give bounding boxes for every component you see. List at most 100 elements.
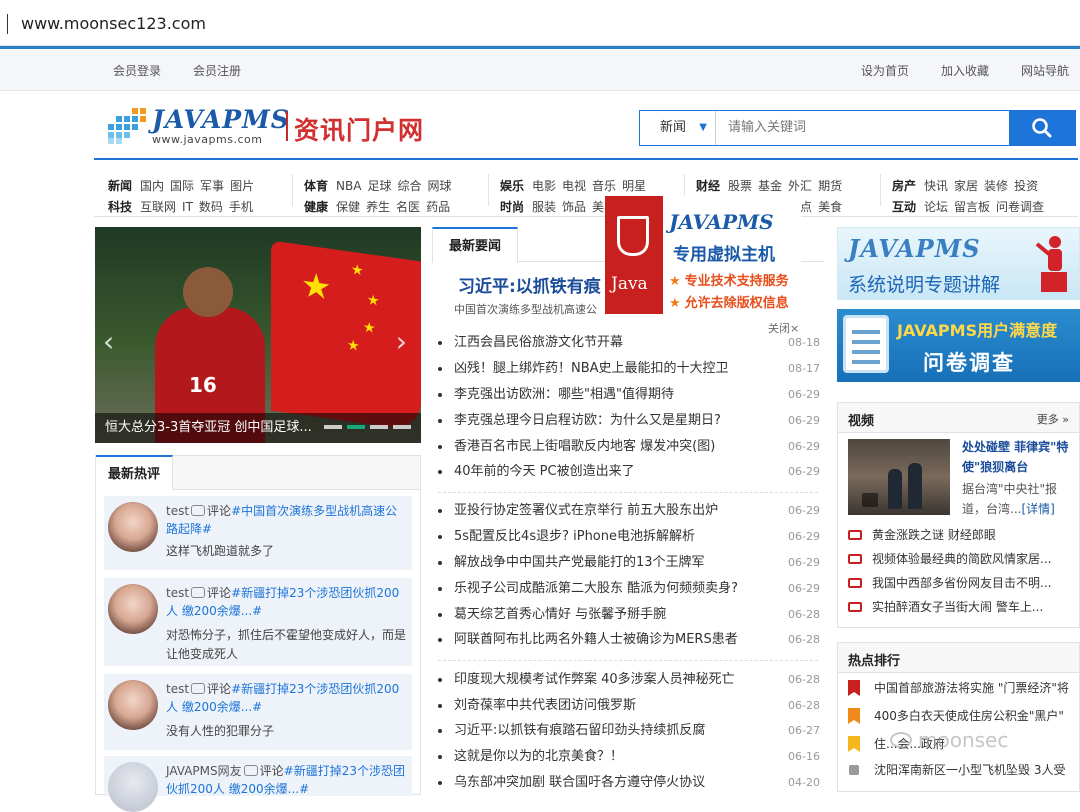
video-item-title[interactable]: 黄金涨跌之谜 财经郎眼 [872, 525, 996, 545]
news-title[interactable]: 葛天综艺首秀心情好 与张馨予掰手腕 [454, 602, 666, 628]
nav-item[interactable]: 明星 [622, 179, 646, 193]
news-title[interactable]: 5s配置反比4s退步? iPhone电池拆解解析 [454, 524, 695, 550]
news-title[interactable]: 阿联酋阿布扎比两名外籍人士被确诊为MERS患者 [454, 627, 738, 653]
nav-item[interactable]: 问卷调查 [996, 200, 1044, 214]
nav-item[interactable]: 军事 [200, 179, 224, 193]
comment-user[interactable]: test [166, 504, 189, 518]
nav-item[interactable]: 网球 [427, 179, 451, 193]
nav-item[interactable]: 外汇 [788, 179, 812, 193]
nav-item[interactable]: 快讯 [924, 179, 948, 193]
search-button[interactable] [1009, 110, 1076, 146]
news-item[interactable]: 江西会昌民俗旅游文化节开幕 08-18 [438, 330, 824, 356]
news-item[interactable]: 乌东部冲突加剧 联合国吁各方遵守停火协议 04-20 [438, 770, 824, 796]
video-feature-title[interactable]: 处处碰壁 菲律宾"特使"狼狈离台 [962, 437, 1074, 477]
avatar[interactable] [108, 584, 158, 634]
news-title[interactable]: 李克强出访欧洲：哪些"相遇"值得期待 [454, 382, 674, 408]
nav-item[interactable]: 论坛 [924, 200, 948, 214]
nav-item[interactable]: 期货 [818, 179, 842, 193]
nav-head[interactable]: 房产 [892, 179, 916, 193]
nav-item[interactable]: NBA [336, 179, 361, 193]
video-list-item[interactable]: 黄金涨跌之谜 财经郎眼 [848, 525, 1073, 545]
image-slider[interactable]: ★ ★ ★ ★ ★ 16 ‹ › 恒大总分3-3首夺亚冠 创中国足球... [95, 227, 421, 443]
nav-item[interactable]: 服装 [532, 200, 556, 214]
news-title[interactable]: 李克强总理今日启程访欧：为什么又是星期日? [454, 408, 721, 434]
site-nav-link[interactable]: 网站导航 [1021, 62, 1069, 79]
register-link[interactable]: 会员注册 [193, 62, 241, 79]
nav-item[interactable]: 药品 [426, 200, 450, 214]
nav-item[interactable]: IT [182, 200, 193, 214]
nav-head[interactable]: 科技 [108, 200, 132, 214]
news-item[interactable]: 香港百名市民上街唱歌反内地客 爆发冲突(图) 06-29 [438, 434, 824, 460]
slider-dot[interactable] [370, 425, 388, 429]
news-item[interactable]: 凶残！腿上绑炸药！NBA史上最能扣的十大控卫 08-17 [438, 356, 824, 382]
banner-system-guide[interactable]: JAVAPMS 系统说明专题讲解 [837, 227, 1080, 300]
site-logo[interactable]: JAVAPMS www.javapms.com 资讯门户网 [108, 105, 438, 147]
news-item[interactable]: 阿联酋阿布扎比两名外籍人士被确诊为MERS患者 06-28 [438, 627, 824, 653]
nav-head[interactable]: 新闻 [108, 179, 132, 193]
news-title[interactable]: 40年前的今天 PC被创造出来了 [454, 459, 635, 485]
news-title[interactable]: 乌东部冲突加剧 联合国吁各方遵守停火协议 [454, 770, 705, 796]
search-category-select[interactable]: 新闻 ▼ [640, 111, 716, 145]
nav-item[interactable]: 国内 [140, 179, 164, 193]
nav-item[interactable]: 家居 [954, 179, 978, 193]
nav-item[interactable]: 电影 [532, 179, 556, 193]
login-link[interactable]: 会员登录 [113, 62, 161, 79]
news-item[interactable]: 刘奇葆率中共代表团访问俄罗斯 06-28 [438, 693, 824, 719]
video-detail-link[interactable]: [详情] [1021, 502, 1054, 516]
news-title[interactable]: 亚投行协定签署仪式在京举行 前五大股东出炉 [454, 498, 718, 524]
nav-item[interactable]: 基金 [758, 179, 782, 193]
video-item-title[interactable]: 我国中西部多省份网友目击不明... [872, 573, 1051, 593]
slider-dot-active[interactable] [347, 425, 365, 429]
avatar[interactable] [108, 680, 158, 730]
news-title[interactable]: 印度现大规模考试作弊案 40多涉案人员神秘死亡 [454, 667, 735, 693]
news-item[interactable]: 乐视子公司成酷派第二大股东 酷派为何频频卖身? 06-29 [438, 576, 824, 602]
ranking-item[interactable]: 400多白衣天使成住房公积金"黑户" [848, 705, 1073, 727]
news-item[interactable]: 印度现大规模考试作弊案 40多涉案人员神秘死亡 06-28 [438, 667, 824, 693]
avatar[interactable] [108, 502, 158, 552]
nav-head[interactable]: 时尚 [500, 200, 524, 214]
prev-arrow-icon[interactable]: ‹ [103, 325, 114, 358]
nav-item[interactable]: 电视 [562, 179, 586, 193]
video-thumbnail[interactable] [848, 439, 950, 515]
nav-item[interactable]: 饰品 [562, 200, 586, 214]
news-item[interactable]: 习近平:以抓铁有痕踏石留印劲头持续抓反腐 06-27 [438, 718, 824, 744]
news-subheadline[interactable]: 中国首次演练多型战机高速公 [454, 301, 597, 317]
video-item-title[interactable]: 实拍醉酒女子当街大闹 警车上... [872, 597, 1043, 617]
news-title[interactable]: 这就是你以为的北京美食？！ [454, 744, 623, 770]
news-item[interactable]: 5s配置反比4s退步? iPhone电池拆解解析 06-29 [438, 524, 824, 550]
browser-address-bar[interactable]: www.moonsec123.com [0, 0, 1080, 46]
nav-item[interactable]: 留言板 [954, 200, 990, 214]
ranking-item-title[interactable]: 沈阳浑南新区一小型飞机坠毁 3人受 [874, 759, 1065, 781]
search-input[interactable]: 请输入关键词 [728, 111, 806, 145]
hot-comments-title[interactable]: 最新热评 [96, 455, 174, 490]
comment-user[interactable]: test [166, 586, 189, 600]
set-homepage-link[interactable]: 设为首页 [861, 62, 909, 79]
news-item[interactable]: 葛天综艺首秀心情好 与张馨予掰手腕 06-28 [438, 602, 824, 628]
news-title[interactable]: 江西会昌民俗旅游文化节开幕 [454, 330, 623, 356]
ranking-item[interactable]: 中国首部旅游法将实施 "门票经济"将 [848, 677, 1073, 699]
news-title[interactable]: 乐视子公司成酷派第二大股东 酷派为何频频卖身? [454, 576, 738, 602]
nav-item[interactable]: 投资 [1014, 179, 1038, 193]
nav-head[interactable]: 财经 [696, 179, 720, 193]
ranking-item[interactable]: 沈阳浑南新区一小型飞机坠毁 3人受 [848, 759, 1073, 781]
news-item[interactable]: 亚投行协定签署仪式在京举行 前五大股东出炉 06-29 [438, 498, 824, 524]
news-item[interactable]: 解放战争中中国共产党最能打的13个王牌军 06-29 [438, 550, 824, 576]
news-title[interactable]: 香港百名市民上街唱歌反内地客 爆发冲突(图) [454, 434, 715, 460]
floating-ad[interactable]: Java JAVAPMS 专用虚拟主机 ★ 专业技术支持服务 ★ 允许去除版权信息 … [605, 196, 801, 335]
news-item[interactable]: 李克强出访欧洲：哪些"相遇"值得期待 06-29 [438, 382, 824, 408]
comment-user[interactable]: test [166, 682, 189, 696]
video-more-link[interactable]: 更多 » [1037, 411, 1069, 427]
nav-head[interactable]: 体育 [304, 179, 328, 193]
nav-item[interactable]: 手机 [229, 200, 253, 214]
news-item[interactable]: 40年前的今天 PC被创造出来了 06-29 [438, 459, 824, 485]
banner-user-survey[interactable]: JAVAPMS用户满意度 问卷调查 [837, 309, 1080, 382]
slider-dot[interactable] [324, 425, 342, 429]
news-title[interactable]: 解放战争中中国共产党最能打的13个王牌军 [454, 550, 705, 576]
nav-item[interactable]: 图片 [230, 179, 254, 193]
nav-item[interactable]: 国际 [170, 179, 194, 193]
next-arrow-icon[interactable]: › [396, 325, 407, 358]
news-title[interactable]: 刘奇葆率中共代表团访问俄罗斯 [454, 693, 636, 719]
nav-item[interactable]: 数码 [199, 200, 223, 214]
nav-head[interactable]: 互动 [892, 200, 916, 214]
nav-item[interactable]: 股票 [728, 179, 752, 193]
